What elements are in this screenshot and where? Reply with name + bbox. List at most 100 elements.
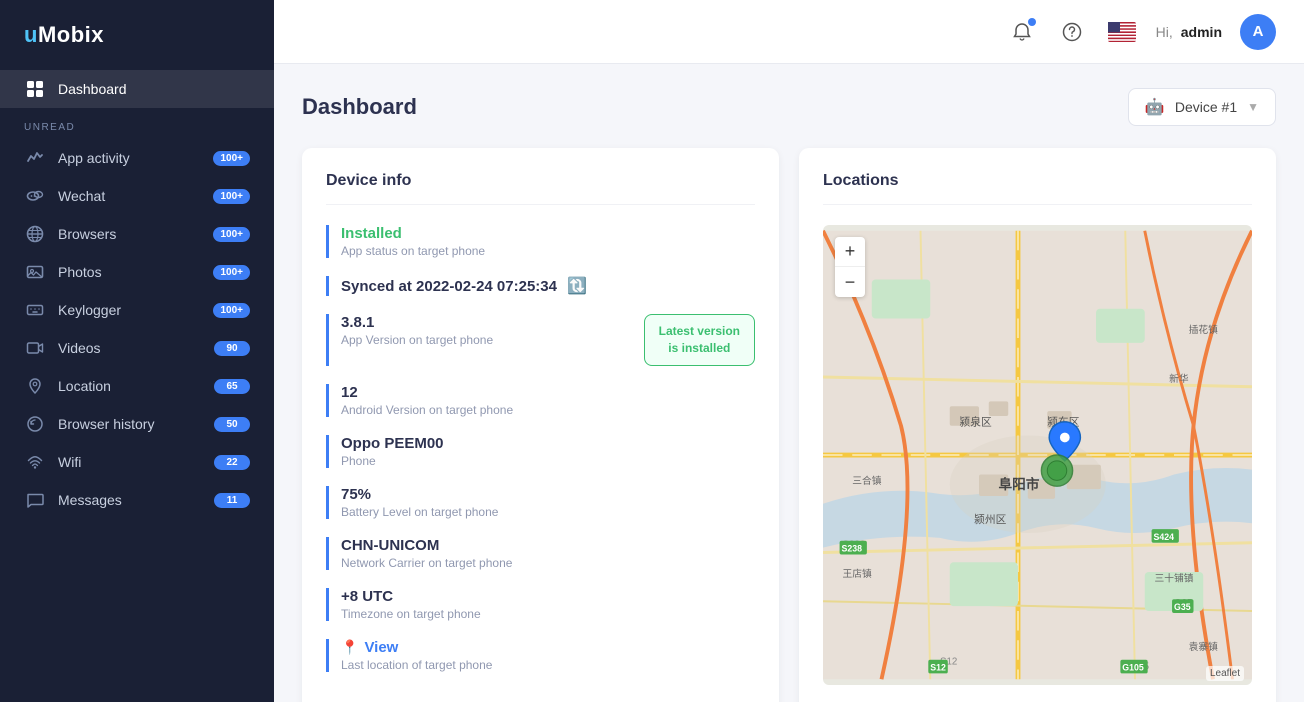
sidebar-item-app-activity[interactable]: App activity 100+ (0, 139, 274, 177)
svg-text:三十铺镇: 三十铺镇 (1155, 572, 1194, 585)
sync-icon[interactable]: 🔃 (567, 276, 587, 296)
unread-section-label: UNREAD (0, 108, 274, 139)
svg-text:三合镇: 三合镇 (852, 474, 881, 487)
page-title: Dashboard (302, 94, 417, 120)
badge-videos: 90 (214, 341, 250, 356)
help-button[interactable] (1056, 16, 1088, 48)
map-attribution: Leaflet (1206, 666, 1244, 681)
messages-icon (24, 491, 46, 509)
timezone-value: +8 UTC (341, 588, 755, 605)
sidebar-logo: uMobix (0, 0, 274, 70)
info-row-timezone: +8 UTC Timezone on target phone (326, 588, 755, 621)
sidebar-label-location: Location (58, 378, 214, 394)
svg-text:颍泉区: 颍泉区 (960, 416, 992, 429)
android-icon: 🤖 (1145, 97, 1165, 117)
badge-location: 65 (214, 379, 250, 394)
info-row-battery: 75% Battery Level on target phone (326, 486, 755, 519)
sidebar-nav: Dashboard UNREAD App activity 100+ Wecha… (0, 70, 274, 702)
info-content-version: 3.8.1 App Version on target phone (341, 314, 644, 347)
info-content-phone: Oppo PEEM00 Phone (341, 435, 755, 468)
map-container: 阜阳市 颍泉区 颍东区 颍州区 三合镇 新华 插花镇 王店镇 三十铺镇 袁寨镇 … (823, 225, 1252, 685)
location-view-label: Last location of target phone (341, 658, 755, 672)
svg-text:G105: G105 (1122, 662, 1144, 672)
sidebar-label-messages: Messages (58, 492, 214, 508)
locations-title: Locations (823, 172, 1252, 205)
svg-text:颍州区: 颍州区 (974, 513, 1006, 526)
sidebar-item-messages[interactable]: Messages 11 (0, 481, 274, 519)
info-row-version: 3.8.1 App Version on target phone Latest… (326, 314, 755, 366)
badge-app-activity: 100+ (213, 151, 250, 166)
network-value: CHN-UNICOM (341, 537, 755, 554)
user-avatar[interactable]: A (1240, 14, 1276, 50)
location-icon (24, 377, 46, 395)
info-content-battery: 75% Battery Level on target phone (341, 486, 755, 519)
sidebar-label-videos: Videos (58, 340, 214, 356)
sidebar-item-photos[interactable]: Photos 100+ (0, 253, 274, 291)
sidebar-item-dashboard[interactable]: Dashboard (0, 70, 274, 108)
wechat-icon (24, 187, 46, 205)
info-row-network: CHN-UNICOM Network Carrier on target pho… (326, 537, 755, 570)
battery-value: 75% (341, 486, 755, 503)
info-content-installed: Installed App status on target phone (341, 225, 755, 258)
network-label: Network Carrier on target phone (341, 556, 755, 570)
device-selector[interactable]: 🤖 Device #1 ▼ (1128, 88, 1276, 126)
sidebar-label-app-activity: App activity (58, 150, 213, 166)
videos-icon (24, 339, 46, 357)
map-controls: + − (835, 237, 865, 297)
sidebar-item-wechat[interactable]: Wechat 100+ (0, 177, 274, 215)
sync-value: Synced at 2022-02-24 07:25:34 (341, 278, 557, 295)
notification-button[interactable] (1006, 16, 1038, 48)
map-zoom-in[interactable]: + (835, 237, 865, 267)
version-label: App Version on target phone (341, 333, 644, 347)
cards-row: Device info Installed App status on targ… (302, 148, 1276, 702)
badge-keylogger: 100+ (213, 303, 250, 318)
svg-text:袁寨镇: 袁寨镇 (1189, 640, 1218, 653)
hi-label: Hi, (1156, 24, 1173, 40)
installed-value: Installed (341, 225, 755, 242)
chevron-down-icon: ▼ (1247, 100, 1259, 114)
view-location-link[interactable]: 📍 View (341, 639, 755, 656)
sidebar-item-location[interactable]: Location 65 (0, 367, 274, 405)
topbar: Hi, admin A (274, 0, 1304, 64)
browsers-icon (24, 225, 46, 243)
locations-card: Locations (799, 148, 1276, 702)
device-info-title: Device info (326, 172, 755, 205)
svg-text:阜阳市: 阜阳市 (999, 476, 1040, 492)
badge-wechat: 100+ (213, 189, 250, 204)
android-version-label: Android Version on target phone (341, 403, 755, 417)
sidebar-item-browser-history[interactable]: Browser history 50 (0, 405, 274, 443)
sync-row: Synced at 2022-02-24 07:25:34 🔃 (341, 276, 755, 296)
phone-value: Oppo PEEM00 (341, 435, 755, 452)
app-activity-icon (24, 149, 46, 167)
badge-photos: 100+ (213, 265, 250, 280)
logo-mobix: Mobix (38, 22, 104, 47)
svg-text:S238: S238 (842, 544, 863, 554)
sidebar: uMobix Dashboard UNREAD App activity 100… (0, 0, 274, 702)
photos-icon (24, 263, 46, 281)
keylogger-icon (24, 301, 46, 319)
version-badge: Latest versionis installed (644, 314, 755, 366)
phone-label: Phone (341, 454, 755, 468)
map-zoom-out[interactable]: − (835, 267, 865, 297)
sidebar-item-videos[interactable]: Videos 90 (0, 329, 274, 367)
info-row-android: 12 Android Version on target phone (326, 384, 755, 417)
sidebar-item-keylogger[interactable]: Keylogger 100+ (0, 291, 274, 329)
content-area: Dashboard 🤖 Device #1 ▼ Device info Inst… (274, 64, 1304, 702)
flag-icon (1106, 16, 1138, 48)
sidebar-label-browsers: Browsers (58, 226, 213, 242)
svg-text:王店镇: 王店镇 (843, 567, 872, 580)
sidebar-item-wifi[interactable]: Wifi 22 (0, 443, 274, 481)
sidebar-item-label-dashboard: Dashboard (58, 81, 250, 97)
badge-messages: 11 (214, 493, 250, 508)
installed-label: App status on target phone (341, 244, 755, 258)
sidebar-label-wechat: Wechat (58, 188, 213, 204)
sidebar-label-photos: Photos (58, 264, 213, 280)
info-content-android: 12 Android Version on target phone (341, 384, 755, 417)
browser-history-icon (24, 415, 46, 433)
map-svg: 阜阳市 颍泉区 颍东区 颍州区 三合镇 新华 插花镇 王店镇 三十铺镇 袁寨镇 … (823, 225, 1252, 685)
sidebar-label-wifi: Wifi (58, 454, 214, 470)
sidebar-item-browsers[interactable]: Browsers 100+ (0, 215, 274, 253)
battery-label: Battery Level on target phone (341, 505, 755, 519)
timezone-label: Timezone on target phone (341, 607, 755, 621)
wifi-icon (24, 453, 46, 471)
